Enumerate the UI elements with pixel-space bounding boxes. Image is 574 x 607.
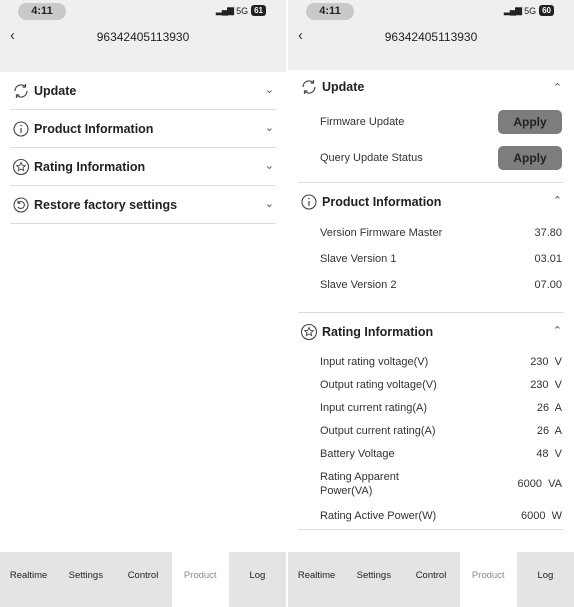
battery-icon: 61 [251, 5, 266, 16]
rating-row: Rating Active Power(W) 6000 W [298, 503, 564, 529]
network-label: 5G [236, 5, 249, 16]
info-icon [12, 120, 30, 138]
section-rating-information: Rating Information ⌃ Input rating voltag… [298, 313, 564, 530]
info-row: Slave Version 2 07.00 [298, 272, 564, 298]
right-screen: 4:11 ▂▄▆ 5G 60 ‹ 96342405113930 Update ⌃… [288, 0, 574, 607]
section-label: Product Information [322, 194, 442, 209]
section-label: Rating Information [322, 324, 434, 339]
row-value: 230 V [530, 378, 562, 391]
status-bar: 4:11 ▂▄▆ 5G 61 [0, 0, 286, 24]
row-value: 26 A [536, 424, 562, 437]
tab-control[interactable]: Control [402, 552, 459, 607]
left-screen: 4:11 ▂▄▆ 5G 61 ‹ 96342405113930 Update ⌄ [0, 0, 286, 607]
row-value: 230 V [530, 355, 562, 368]
section-product-information[interactable]: Product Information ⌄ [10, 110, 276, 148]
tab-realtime[interactable]: Realtime [0, 552, 57, 607]
tab-bar: Realtime Settings Control Product Log [0, 552, 286, 607]
signal-icon: ▂▄▆ [503, 5, 522, 15]
tab-product[interactable]: Product [459, 552, 517, 607]
rating-row: Input current rating(A) 26 A [298, 396, 564, 419]
query-update-status-apply-button[interactable]: Apply [498, 146, 562, 170]
row-label: Input current rating(A) [320, 401, 427, 414]
page-title: 96342405113930 [384, 30, 478, 44]
network-label: 5G [524, 5, 537, 16]
section-label: Rating Information [34, 159, 146, 174]
tab-settings[interactable]: Settings [345, 552, 402, 607]
rating-row: Battery Voltage 48 V [298, 442, 564, 465]
row-label: Output rating voltage(V) [320, 378, 437, 391]
tab-product[interactable]: Product [171, 552, 229, 607]
star-icon [12, 158, 30, 176]
row-label: Output current rating(A) [320, 424, 436, 437]
rating-row: Output current rating(A) 26 A [298, 419, 564, 442]
row-label: Version Firmware Master [320, 227, 443, 239]
row-value: 26 A [536, 401, 562, 414]
chevron-down-icon[interactable]: ⌄ [265, 197, 274, 210]
status-bar: 4:11 ▂▄▆ 5G 60 [288, 0, 574, 24]
tab-bar: Realtime Settings Control Product Log [288, 552, 574, 607]
refresh-icon [12, 82, 30, 100]
rating-row: Output rating voltage(V) 230 V [298, 373, 564, 396]
row-label: Slave Version 2 [320, 279, 397, 291]
row-value: 6000 VA [517, 478, 562, 490]
content: Update ⌄ Product Information ⌄ Rating In… [0, 72, 286, 607]
row-label: Input rating voltage(V) [320, 355, 429, 368]
row-label: Rating Apparent Power(VA) [320, 471, 399, 497]
firmware-update-row: Firmware Update Apply [298, 104, 564, 140]
battery-icon: 60 [539, 5, 554, 16]
chevron-up-icon[interactable]: ⌃ [553, 324, 562, 337]
rating-row: Input rating voltage(V) 230 V [298, 350, 564, 373]
chevron-up-icon[interactable]: ⌃ [553, 194, 562, 207]
row-value: 03.01 [534, 253, 562, 265]
refresh-icon [300, 78, 318, 96]
section-update: Update ⌃ Firmware Update Apply Query Upd… [298, 70, 564, 183]
chevron-down-icon[interactable]: ⌄ [265, 83, 274, 96]
row-value: 07.00 [534, 279, 562, 291]
tab-log[interactable]: Log [229, 552, 286, 607]
info-icon [300, 193, 318, 211]
info-row: Version Firmware Master 37.80 [298, 220, 564, 246]
row-value: 6000 W [521, 510, 562, 522]
tab-settings[interactable]: Settings [57, 552, 114, 607]
section-rating-information[interactable]: Rating Information ⌄ [10, 148, 276, 186]
row-label: Query Update Status [320, 152, 423, 164]
tab-control[interactable]: Control [114, 552, 171, 607]
tab-log[interactable]: Log [517, 552, 574, 607]
section-label: Restore factory settings [34, 197, 178, 212]
star-icon [300, 323, 318, 341]
nav-header: ‹ 96342405113930 [288, 24, 574, 50]
content: Update ⌃ Firmware Update Apply Query Upd… [288, 70, 574, 607]
firmware-update-apply-button[interactable]: Apply [498, 110, 562, 134]
chevron-down-icon[interactable]: ⌄ [265, 159, 274, 172]
chevron-up-icon[interactable]: ⌃ [553, 81, 562, 94]
section-label: Product Information [34, 121, 154, 136]
signal-icon: ▂▄▆ [215, 5, 234, 15]
nav-header: ‹ 96342405113930 [0, 24, 286, 50]
restore-icon [12, 196, 30, 214]
status-time: 4:11 [306, 3, 354, 20]
info-row: Slave Version 1 03.01 [298, 246, 564, 272]
tab-realtime[interactable]: Realtime [288, 552, 345, 607]
section-product-information: Product Information ⌃ Version Firmware M… [298, 183, 564, 313]
status-time: 4:11 [18, 3, 66, 20]
section-update[interactable]: Update ⌄ [10, 72, 276, 110]
row-value: 48 V [536, 447, 562, 460]
query-update-status-row: Query Update Status Apply [298, 140, 564, 176]
page-title: 96342405113930 [96, 30, 190, 44]
row-value: 37.80 [534, 227, 562, 239]
row-label: Slave Version 1 [320, 253, 397, 265]
row-label: Rating Active Power(W) [320, 510, 437, 522]
row-label: Firmware Update [320, 116, 405, 128]
section-restore-factory-settings[interactable]: Restore factory settings ⌄ [10, 186, 276, 224]
section-label: Update [34, 83, 77, 98]
section-label: Update [322, 80, 365, 94]
chevron-down-icon[interactable]: ⌄ [265, 121, 274, 134]
row-label: Battery Voltage [320, 447, 395, 460]
rating-row: Rating Apparent Power(VA) 6000 VA [298, 465, 564, 503]
